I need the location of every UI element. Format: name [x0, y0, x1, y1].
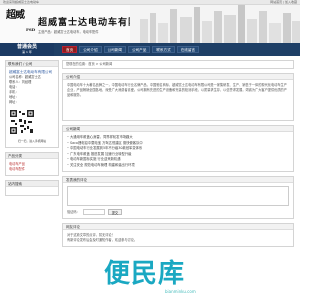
comment-footer: 有新评论发布后会及时通知作者，欢迎参与讨论。	[67, 238, 138, 242]
breadcrumb: 您现在的位置：首页 > 公司新闻	[62, 60, 294, 69]
nav-item-home[interactable]: 首页	[62, 46, 78, 53]
main-content: 您现在的位置：首页 > 公司新闻 公司介绍 中国电动车十大著名品牌之一，中国电动…	[62, 60, 294, 251]
submit-button[interactable]: 提交	[107, 209, 123, 215]
contact-line: 网址：	[9, 100, 19, 104]
nav-item-about[interactable]: 公司介绍	[79, 46, 102, 53]
nav-item-products[interactable]: 公司产品	[127, 46, 151, 53]
sidebar: 联系我们 / 公司 超威富士达电动车有限公司 公司名称：超威富士达 联系人：刘经…	[5, 60, 59, 200]
intro-text: 中国电动车十大著名品牌之一，中国电动车行业名牌产品，中国驰名商标，超威富士达电动…	[67, 83, 287, 97]
header: 超威 FSD 超威富士达电动车有限公司 主营产品：超威富士达电动车，电动车配件	[0, 5, 300, 43]
qr-code-icon	[9, 109, 35, 135]
site-watermark-url: bianminku.com	[165, 289, 196, 294]
category-box: 产品分类 电动车产品 电动车配件	[5, 152, 59, 176]
search-box: 站内搜索	[5, 180, 59, 196]
site-watermark: 便民库	[104, 259, 186, 289]
nav-item-message[interactable]: 在线留言	[176, 46, 200, 53]
company-logo[interactable]: 超威 FSD	[6, 10, 35, 34]
comments-panel: 网友评论 对于这篇文章的点评，暂无评论！ 有新评论发布后会及时通知作者，欢迎参与…	[62, 223, 294, 247]
city-skyline-banner	[130, 5, 300, 43]
verify-label: 验证码：	[67, 209, 80, 214]
member-badge: 普通会员 第 1 年	[0, 43, 54, 56]
comment-textarea[interactable]	[67, 186, 289, 206]
header-subtitle: 主营产品：超威富士达电动车，电动车配件	[38, 30, 99, 34]
category-item[interactable]: 电动车配件	[9, 167, 55, 172]
nav-item-news[interactable]: 公司新闻	[103, 46, 126, 53]
qr-caption: 扫一扫，进入手机网站	[18, 139, 46, 143]
intro-panel: 公司介绍 中国电动车十大著名品牌之一，中国电动车行业名牌产品，中国驰名商标，超威…	[62, 73, 294, 121]
contact-box: 联系我们 / 公司 超威富士达电动车有限公司 公司名称：超威富士达 联系人：刘经…	[5, 60, 59, 148]
news-item[interactable]: 关注安全 规范电动车管理 构建和谐出行环境	[67, 163, 289, 169]
news-panel: 公司新闻 大通用车覆盖心身雷，同界祥轮发市场趣大 Saco锂电铅中载电宝 万驾达…	[62, 125, 294, 172]
main-nav: 首页 公司介绍 公司新闻 公司产品 联系方式 在线留言	[62, 46, 200, 53]
nav-item-contact[interactable]: 联系方式	[152, 46, 175, 53]
verify-code-input[interactable]	[82, 209, 105, 215]
message-panel: 发表我的评论 验证码： 提交	[62, 176, 294, 219]
